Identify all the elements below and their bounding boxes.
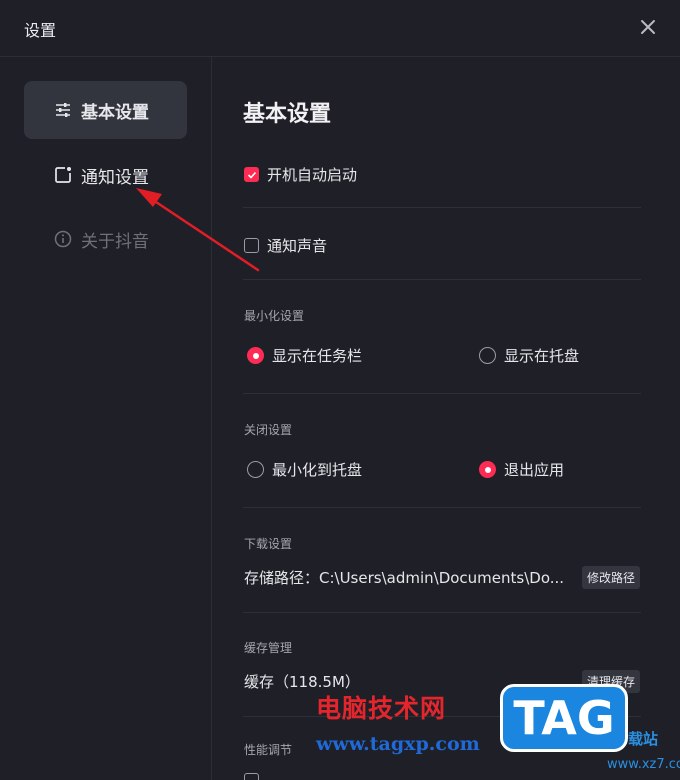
radio-exit[interactable] (479, 461, 496, 478)
close-option-minimize-to-tray[interactable]: 最小化到托盘 (247, 459, 362, 480)
autostart-label: 开机自动启动 (267, 166, 358, 184)
watermark-side-text: 载站 (628, 730, 659, 748)
option-label: 显示在任务栏 (272, 347, 363, 365)
watermark-url: www.tagxp.com (316, 733, 480, 755)
cache-management-label: 缓存管理 (244, 641, 293, 655)
sidebar: 基本设置 通知设置 关于抖音 (0, 57, 212, 780)
performance-label: 性能调节 (244, 743, 293, 757)
option-label: 退出应用 (504, 461, 565, 479)
option-label: 显示在托盘 (504, 347, 580, 365)
radio-minimize-to-tray[interactable] (247, 461, 264, 478)
download-path: 存储路径：C:\Users\admin\Documents\Do... (244, 569, 565, 587)
title-bar: 设置 (0, 0, 680, 57)
check-icon (247, 171, 256, 179)
option-label: 最小化到托盘 (272, 461, 363, 479)
watermark-text: 电脑技术网 (316, 694, 447, 723)
download-settings-label: 下载设置 (244, 537, 293, 551)
sidebar-item-notification-settings[interactable]: 通知设置 (24, 146, 187, 204)
info-icon (54, 230, 72, 248)
change-path-button[interactable]: 修改路径 (582, 566, 641, 589)
notification-sound-row[interactable]: 通知声音 (244, 235, 327, 256)
minimize-settings-label: 最小化设置 (244, 309, 305, 323)
performance-checkbox[interactable] (244, 773, 259, 780)
watermark-logo: TAG (500, 684, 628, 752)
settings-panel: 基本设置 开机自动启动 通知声音 最小化设置 显示在任务栏 显示在托盘 关闭设置… (213, 57, 680, 780)
divider (243, 279, 641, 280)
minimize-option-taskbar[interactable]: 显示在任务栏 (247, 345, 362, 366)
sidebar-item-label: 通知设置 (81, 167, 149, 188)
sidebar-item-label: 基本设置 (81, 102, 149, 123)
autostart-checkbox[interactable] (244, 167, 259, 182)
sidebar-item-basic-settings[interactable]: 基本设置 (24, 81, 187, 139)
sliders-icon (56, 103, 70, 117)
divider (243, 507, 641, 508)
notification-icon (55, 167, 71, 183)
performance-row[interactable] (244, 773, 259, 780)
autostart-row[interactable]: 开机自动启动 (244, 164, 357, 185)
sidebar-item-label: 关于抖音 (81, 231, 149, 252)
sidebar-item-about[interactable]: 关于抖音 (24, 210, 187, 268)
radio-tray[interactable] (479, 347, 496, 364)
divider (243, 612, 641, 613)
watermark-side-url: www.xz7.com (607, 757, 680, 772)
close-icon[interactable] (636, 15, 660, 39)
page-title: 基本设置 (243, 102, 332, 127)
notification-sound-label: 通知声音 (267, 237, 328, 255)
close-option-exit[interactable]: 退出应用 (479, 459, 564, 480)
close-settings-label: 关闭设置 (244, 423, 293, 437)
divider (243, 207, 641, 208)
window-title: 设置 (24, 21, 57, 40)
divider (243, 393, 641, 394)
minimize-option-tray[interactable]: 显示在托盘 (479, 345, 579, 366)
notification-sound-checkbox[interactable] (244, 238, 259, 253)
radio-taskbar[interactable] (247, 347, 264, 364)
